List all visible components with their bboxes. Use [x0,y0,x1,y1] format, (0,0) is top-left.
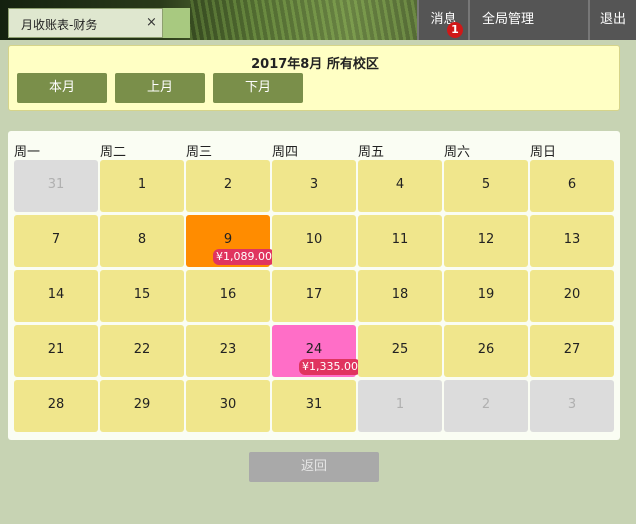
day-number: 26 [477,342,495,357]
weekday-header: 周六 [444,145,471,160]
day-number: 20 [563,287,581,302]
weekday-header: 周二 [100,145,127,160]
day-cell[interactable]: 10 [272,215,356,267]
day-cell[interactable]: 24 ¥1,335.00 [272,325,361,377]
day-cell[interactable]: 1 [100,160,184,212]
day-number: 27 [563,342,581,357]
day-number: 24 [305,342,323,357]
day-cell[interactable]: 14 [14,270,98,322]
tab-strip-spacer [163,8,190,38]
day-number: 1 [395,397,405,412]
day-number: 31 [305,397,323,412]
day-number: 15 [133,287,151,302]
day-number: 4 [395,177,405,192]
close-icon[interactable]: × [146,15,157,30]
day-number: 30 [219,397,237,412]
receipt-amount-badge: ¥1,089.00 [213,249,275,265]
logout-button[interactable]: 退出 [588,0,636,40]
global-admin-button[interactable]: 全局管理 [468,0,588,40]
day-number: 28 [47,397,65,412]
day-cell[interactable]: 8 [100,215,184,267]
day-number: 10 [305,232,323,247]
day-number: 21 [47,342,65,357]
day-number: 17 [305,287,323,302]
day-cell[interactable]: 28 [14,380,98,432]
weekday-header: 周五 [358,145,385,160]
day-number: 23 [219,342,237,357]
day-number: 3 [567,397,577,412]
day-number: 6 [567,177,577,192]
message-count-badge: 1 [447,22,463,38]
day-number: 7 [51,232,61,247]
day-cell[interactable]: 16 [186,270,270,322]
day-cell[interactable]: 2 [186,160,270,212]
day-number: 2 [481,397,491,412]
day-cell[interactable]: 29 [100,380,184,432]
prev-month-button[interactable]: 上月 [115,73,205,103]
day-cell[interactable]: 15 [100,270,184,322]
day-number: 22 [133,342,151,357]
day-number: 13 [563,232,581,247]
day-cell[interactable]: 30 [186,380,270,432]
this-month-button[interactable]: 本月 [17,73,107,103]
day-cell[interactable]: 20 [530,270,614,322]
day-cell[interactable]: 17 [272,270,356,322]
day-cell[interactable]: 19 [444,270,528,322]
receipt-amount-badge: ¥1,335.00 [299,359,361,375]
next-month-button[interactable]: 下月 [213,73,303,103]
day-cell[interactable]: 5 [444,160,528,212]
day-number: 3 [309,177,319,192]
day-cell[interactable]: 6 [530,160,614,212]
day-cell[interactable]: 21 [14,325,98,377]
day-cell[interactable]: 13 [530,215,614,267]
day-number: 2 [223,177,233,192]
day-number: 19 [477,287,495,302]
day-cell[interactable]: 7 [14,215,98,267]
day-cell[interactable]: 31 [272,380,356,432]
day-number: 14 [47,287,65,302]
day-number: 1 [137,177,147,192]
day-cell[interactable]: 23 [186,325,270,377]
day-cell-other-month: 2 [444,380,528,432]
day-number: 29 [133,397,151,412]
day-number: 25 [391,342,409,357]
day-cell[interactable]: 3 [272,160,356,212]
day-cell[interactable]: 26 [444,325,528,377]
day-cell[interactable]: 27 [530,325,614,377]
weekday-header: 周日 [530,145,557,160]
tab-label: 月收账表-财务 [21,18,98,32]
back-button[interactable]: 返回 [249,452,379,482]
day-cell[interactable]: 11 [358,215,442,267]
day-number: 18 [391,287,409,302]
day-cell-other-month: 31 [14,160,98,212]
day-number: 5 [481,177,491,192]
weekday-header: 周四 [272,145,299,160]
month-header-panel: 2017年8月 所有校区 本月 上月 下月 [8,45,620,111]
day-cell[interactable]: 12 [444,215,528,267]
weekday-header: 周三 [186,145,213,160]
day-cell[interactable]: 25 [358,325,442,377]
day-cell-other-month: 3 [530,380,614,432]
weekday-header: 周一 [14,145,41,160]
day-number: 9 [223,232,233,247]
day-number: 8 [137,232,147,247]
calendar-grid: 周一 周二 周三 周四 周五 周六 周日 31 1 2 3 4 5 6 7 8 9 ¥1,089.00 10 11 12… [8,131,620,440]
day-cell[interactable]: 22 [100,325,184,377]
tab-monthly-receipts[interactable]: 月收账表-财务 × [8,8,163,38]
day-cell-other-month: 1 [358,380,442,432]
day-cell[interactable]: 18 [358,270,442,322]
day-number: 31 [47,177,65,192]
page-title: 2017年8月 所有校区 [251,57,379,72]
header-banner-image [190,0,418,40]
day-number: 11 [391,232,409,247]
day-cell[interactable]: 9 ¥1,089.00 [186,215,275,267]
day-number: 12 [477,232,495,247]
day-number: 16 [219,287,237,302]
day-cell[interactable]: 4 [358,160,442,212]
